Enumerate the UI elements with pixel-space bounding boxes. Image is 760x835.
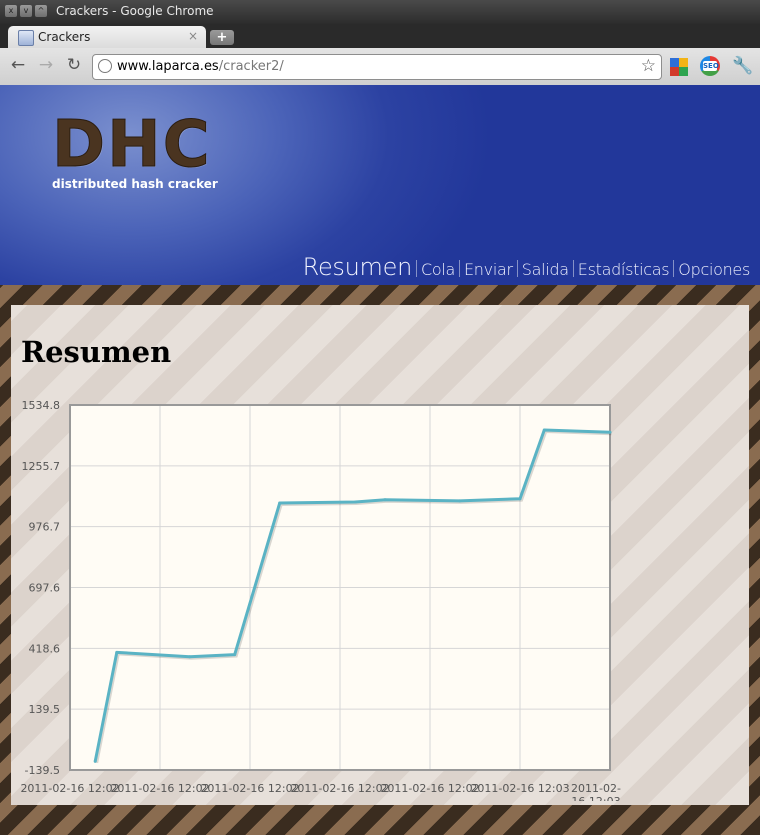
x-tick-label: 2011-02-16 12:02 [380, 782, 479, 795]
globe-icon [98, 59, 112, 73]
x-tick-label: 2011-02-16 12:03 [470, 782, 569, 795]
y-tick-label: 697.6 [29, 582, 61, 595]
back-button[interactable]: ← [8, 55, 28, 75]
wrench-menu-icon[interactable]: 🔧 [732, 56, 753, 76]
site-header: DHC distributed hash cracker Resumen Col… [0, 85, 760, 285]
y-tick-label: 1534.8 [22, 399, 61, 412]
data-point [278, 501, 282, 505]
y-tick-label: 976.7 [29, 521, 61, 534]
tab-strip: Crackers × + [0, 24, 760, 48]
data-point [518, 497, 522, 501]
nav-item-opciones[interactable]: Opciones [674, 260, 754, 281]
page-title: Resumen [21, 335, 172, 369]
new-tab-button[interactable]: + [210, 30, 234, 45]
window-title: Crackers - Google Chrome [56, 4, 214, 18]
x-tick-label: 2011-02-16 12:02 [200, 782, 299, 795]
x-tick-label: 2011-02-16 12:02 [290, 782, 389, 795]
window-minimize-button[interactable]: v [20, 5, 32, 17]
page-icon [18, 30, 34, 46]
y-tick-label: -139.5 [25, 764, 60, 777]
x-tick-label: 2011-02-16 12:02 [110, 782, 209, 795]
site-tagline: distributed hash cracker [52, 177, 218, 191]
seo-extension-icon[interactable]: SEO [700, 56, 720, 76]
data-point [233, 653, 237, 657]
tab-close-icon[interactable]: × [188, 29, 198, 43]
site-logo[interactable]: DHC [52, 113, 212, 178]
web-page: DHC distributed hash cracker Resumen Col… [0, 85, 760, 835]
data-point [115, 650, 119, 654]
data-point [353, 500, 357, 504]
summary-line-chart: -139.5 139.5 418.6 697.6 976.7 1255.7 1534.8 20… [20, 399, 621, 801]
window-controls: x v ^ [5, 5, 47, 17]
nav-item-enviar[interactable]: Enviar [460, 260, 517, 281]
nav-item-salida[interactable]: Salida [518, 260, 573, 281]
bookmark-star-icon[interactable]: ☆ [641, 56, 656, 76]
x-tick-label: 2011-02-16 12:02 [20, 782, 119, 795]
seo-extension-label: SEO [703, 61, 719, 71]
url-host: www.laparca.es [117, 59, 219, 74]
extension-colors-icon[interactable] [670, 58, 688, 76]
tab-title: Crackers [38, 30, 91, 44]
content-panel: Resumen -139.5 139.5 418.6 697.6 976.7 1255.7… [11, 305, 749, 805]
data-point [542, 428, 546, 432]
address-bar[interactable]: www.laparca.es/cracker2/ ☆ [92, 54, 662, 80]
url-path: /cracker2/ [218, 59, 284, 74]
forward-button[interactable]: → [36, 55, 56, 75]
y-tick-label: 1255.7 [22, 460, 61, 473]
nav-item-cola[interactable]: Cola [417, 260, 459, 281]
data-point [608, 430, 612, 434]
window-close-button[interactable]: x [5, 5, 17, 17]
data-point [188, 655, 192, 659]
browser-toolbar: ← → ↻ www.laparca.es/cracker2/ ☆ SEO 🔧 [0, 48, 760, 86]
main-nav: Resumen Cola Enviar Salida Estadísticas … [299, 253, 754, 281]
data-point [383, 498, 387, 502]
y-tick-label: 139.5 [29, 703, 61, 716]
reload-button[interactable]: ↻ [64, 55, 84, 75]
tab-crackers[interactable]: Crackers × [8, 26, 206, 48]
url-text: www.laparca.es/cracker2/ [117, 59, 284, 74]
x-tick-label: 2011-02-16 12:03 [571, 782, 621, 801]
window-maximize-button[interactable]: ^ [35, 5, 47, 17]
nav-item-resumen[interactable]: Resumen [299, 253, 416, 281]
nav-item-estadisticas[interactable]: Estadísticas [574, 260, 674, 281]
data-point [458, 499, 462, 503]
data-point [93, 759, 97, 763]
y-tick-label: 418.6 [29, 642, 61, 655]
window-titlebar: x v ^ Crackers - Google Chrome [0, 0, 760, 24]
